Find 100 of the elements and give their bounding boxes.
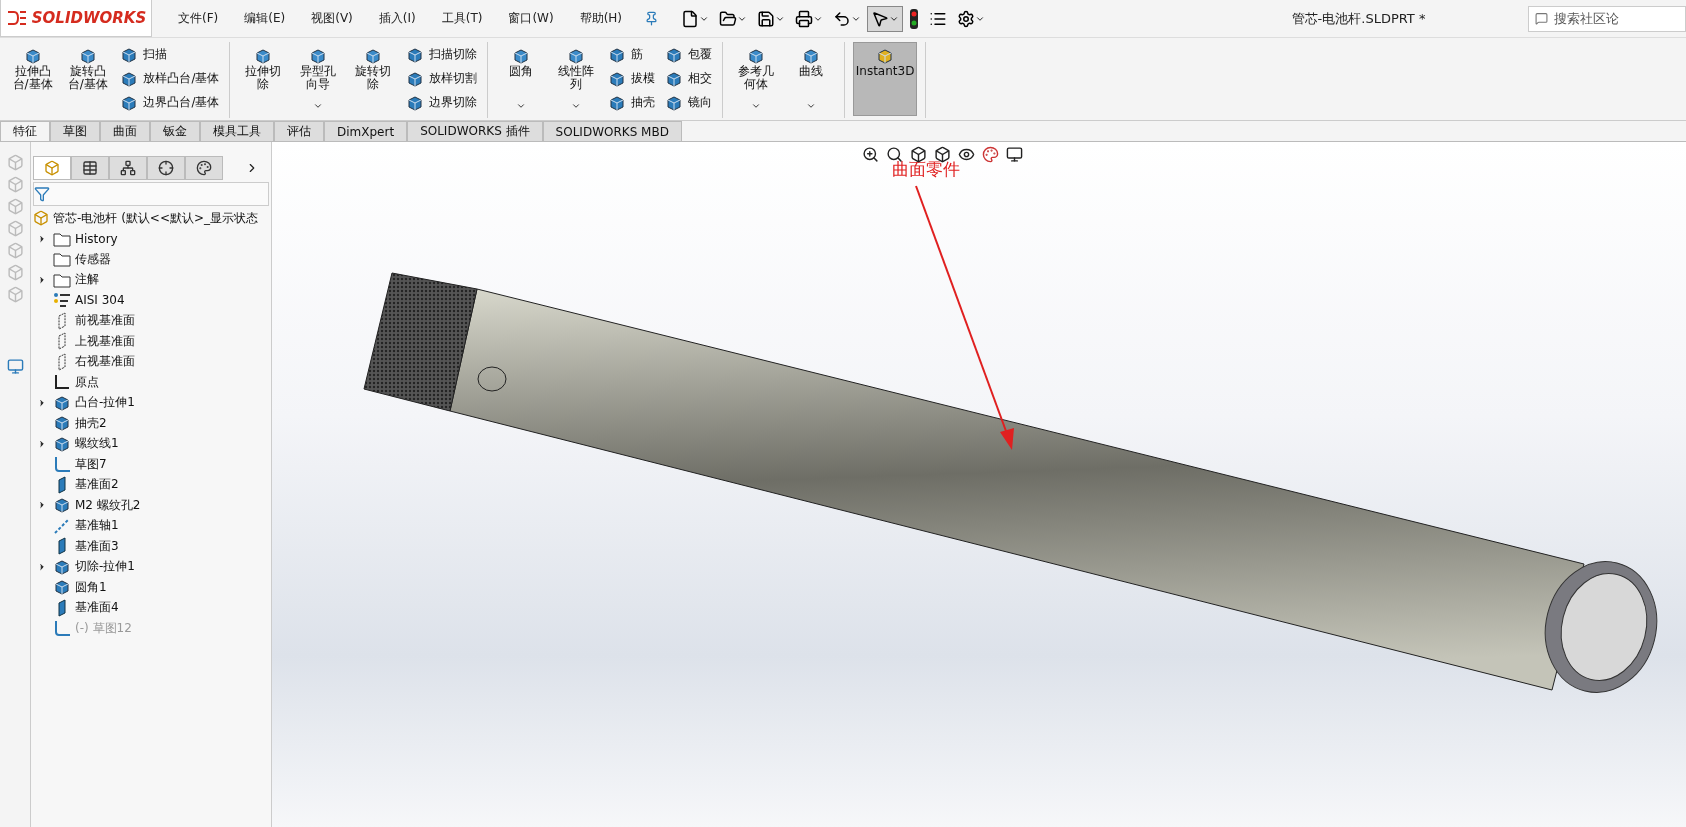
ribbon-tab[interactable]: 草图 [50,121,100,141]
ribbon-button[interactable]: 相交 [663,68,715,89]
ribbon-button[interactable]: 筋 [606,44,658,65]
tree-item[interactable]: 圆角1 [33,577,271,598]
panel-tab[interactable] [147,156,185,180]
ribbon-button[interactable]: 扫描 [118,44,222,65]
tree-item[interactable]: AISI 304 [33,290,271,311]
ribbon-button[interactable]: 包覆 [663,44,715,65]
tree-item[interactable]: 基准面2 [33,474,271,495]
file-icon [681,9,700,28]
ribbon-button[interactable]: 拔模 [606,68,658,89]
ribbon-button[interactable]: 镜向 [663,92,715,113]
annotation-label: 曲面零件 [892,158,960,181]
cube-icon[interactable] [910,146,927,163]
ribbon-button[interactable]: 曲线 [786,42,836,116]
logo-icon [5,9,28,27]
search-icon[interactable] [886,146,903,163]
tree-item[interactable]: 基准轴1 [33,515,271,536]
expand-icon [37,561,47,572]
tree-root[interactable]: 管芯-电池杆 (默认<<默认>_显示状态 [53,209,258,227]
tree-item[interactable]: 草图7 [33,454,271,475]
expand-icon [37,500,47,511]
eye-icon[interactable] [958,146,975,163]
filter-field[interactable] [33,182,269,206]
feature-icon [802,47,821,65]
app-logo: SOLIDWORKS [0,0,152,37]
tree-item[interactable]: 抽壳2 [33,413,271,434]
tree-item[interactable]: 螺纹线1 [33,433,271,454]
palette-icon[interactable] [982,146,999,163]
caret-icon [515,101,526,111]
menu-item[interactable]: 帮助(H) [579,10,623,27]
feature-icon [364,47,383,65]
undo-icon [833,9,852,28]
folder-icon [53,251,71,268]
caret-icon [313,101,324,111]
tree-item[interactable]: History [33,228,271,249]
panel-tab[interactable] [185,156,223,180]
tree-item[interactable]: 基准面3 [33,536,271,557]
ribbon-toggle-button[interactable]: Instant3D [852,42,918,116]
search-field[interactable]: 搜索社区论 [1552,10,1666,27]
ribbon-button[interactable]: 拉伸凸台/基体 [8,42,58,116]
pin-icon[interactable] [644,11,660,26]
menu-item[interactable]: 视图(V) [311,10,353,27]
feature-icon [746,47,765,65]
ribbon-tab[interactable]: 评估 [274,121,324,141]
monitor-icon[interactable] [1006,146,1023,163]
ribbon-button[interactable]: 边界凸台/基体 [118,92,222,113]
filter-icon [34,186,50,202]
ribbon-tab[interactable]: SOLIDWORKS MBD [542,121,682,141]
ribbon-button[interactable]: 异型孔向导 [293,42,343,116]
tree-item[interactable]: M2 螺纹孔2 [33,495,271,516]
feature-icon [566,47,585,65]
tree-item[interactable]: 传感器 [33,249,271,270]
caret-icon [750,101,761,111]
origin-icon [53,373,71,392]
ribbon-button[interactable]: 线性阵列 [551,42,601,116]
traffic-light-icon [909,8,920,29]
ribbon-button[interactable]: 参考几何体 [731,42,781,116]
tree-item[interactable]: 基准面4 [33,597,271,618]
caret-icon [806,101,817,111]
ribbon-button[interactable]: 抽壳 [606,92,658,113]
ribbon-button[interactable]: 圆角 [496,42,546,116]
ribbon-button[interactable]: 边界切除 [404,92,479,113]
ribbon-tab[interactable]: 特征 [0,121,50,141]
tree-item[interactable]: 注解 [33,269,271,290]
zoom-icon[interactable] [862,146,879,163]
ribbon-button[interactable]: 扫描切除 [404,44,479,65]
cube-icon[interactable] [934,146,951,163]
menu-item[interactable]: 编辑(E) [244,10,286,27]
panel-tab[interactable] [71,156,109,180]
feature-icon [876,47,895,65]
ribbon-tab[interactable]: 曲面 [100,121,150,141]
search-box[interactable]: 搜索社区论 [1528,5,1686,32]
toolbar-button[interactable] [867,5,904,32]
material-list-icon [53,292,71,309]
menu-item[interactable]: 工具(T) [441,10,483,27]
chat-icon [1535,12,1548,25]
menu-item[interactable]: 文件(F) [178,10,219,27]
menu-item[interactable]: 窗口(W) [508,10,554,27]
menu-item[interactable]: 插入(I) [378,10,416,27]
tree-item[interactable]: 切除-拉伸1 [33,556,271,577]
ribbon-button[interactable]: 放样凸台/基体 [118,68,222,89]
ribbon-tab[interactable]: SOLIDWORKS 插件 [407,121,543,141]
ribbon-tab[interactable]: 模具工具 [200,121,274,141]
sketch-icon [53,455,71,474]
tree-icon [120,160,136,176]
ribbon-button[interactable]: 旋转切除 [348,42,398,116]
tree-item[interactable]: 前视基准面 [33,310,271,331]
tree-item[interactable]: 上视基准面 [33,331,271,352]
ribbon-tab[interactable]: 钣金 [150,121,200,141]
ribbon-button[interactable]: 旋转凸台/基体 [63,42,113,116]
ribbon-button[interactable]: 拉伸切除 [238,42,288,116]
panel-tab[interactable] [109,156,147,180]
ribbon-tab[interactable]: DimXpert [324,121,408,141]
ribbon-button[interactable]: 放样切割 [404,68,479,89]
tree-item[interactable]: 原点 [33,372,271,393]
feature-icon [53,578,71,597]
feature-icon [23,47,42,65]
tree-item[interactable]: 右视基准面 [33,351,271,372]
tree-item[interactable]: 凸台-拉伸1 [33,392,271,413]
